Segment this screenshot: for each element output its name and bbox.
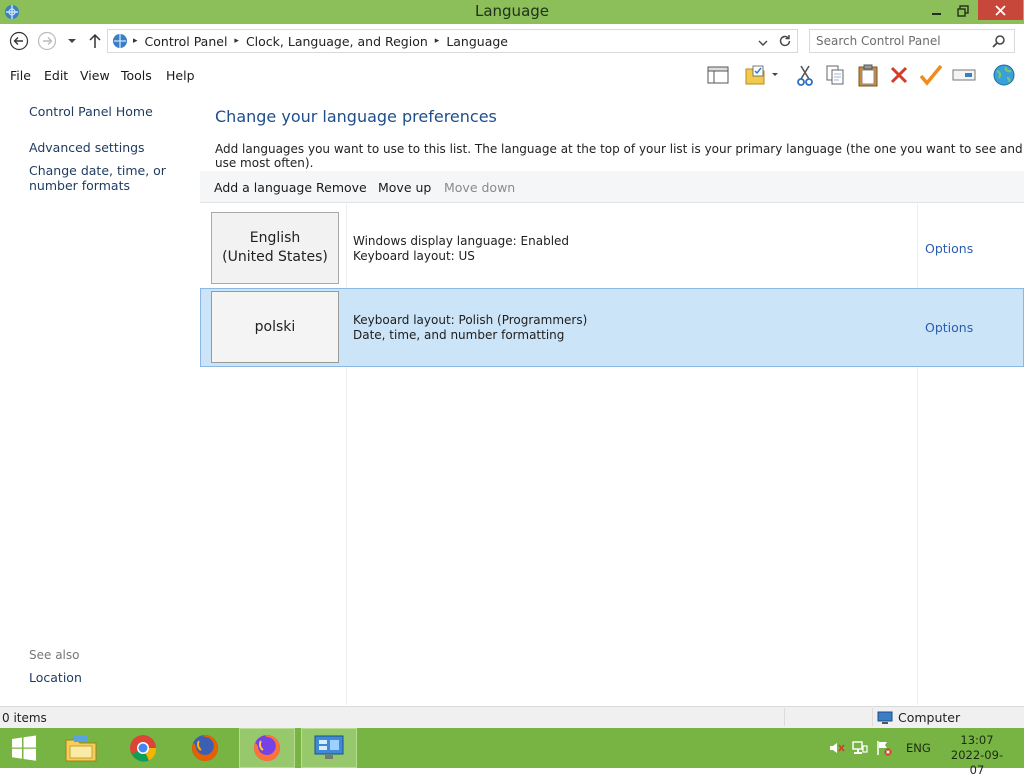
back-button[interactable] — [8, 30, 30, 52]
remove-button[interactable]: Remove — [316, 180, 367, 195]
status-bar: 0 items Computer — [0, 706, 1024, 728]
network-icon[interactable] — [852, 740, 868, 756]
firefox-icon — [254, 735, 280, 761]
add-language-button[interactable]: Add a language — [214, 180, 312, 195]
clock-date: 2022-09-07 — [950, 748, 1004, 777]
language-info-line: Keyboard layout: US — [353, 249, 475, 263]
language-row-polski[interactable]: polski Keyboard layout: Polish (Programm… — [200, 288, 1024, 367]
options-link[interactable]: Options — [925, 241, 973, 256]
chrome-icon — [130, 735, 157, 762]
globe-icon[interactable] — [990, 62, 1018, 88]
address-box[interactable]: ▸ Control Panel ▸ Clock, Language, and R… — [107, 29, 798, 53]
breadcrumb-language[interactable]: Language — [441, 34, 513, 49]
start-button[interactable] — [0, 728, 48, 768]
language-row-english[interactable]: English (United States) Windows display … — [200, 208, 1024, 287]
move-down-button: Move down — [444, 180, 516, 195]
up-button[interactable] — [84, 30, 106, 52]
forward-button[interactable] — [36, 30, 58, 52]
breadcrumb-chevron-icon[interactable]: ▸ — [433, 36, 442, 46]
search-box — [809, 29, 1015, 53]
rename-icon[interactable] — [951, 62, 977, 88]
back-arrow-icon — [9, 31, 29, 51]
windows-logo-icon — [12, 735, 36, 761]
search-icon[interactable] — [992, 34, 1006, 51]
language-info: Keyboard layout: Polish (Programmers) Da… — [353, 313, 587, 343]
firefox-icon — [192, 735, 218, 761]
menu-tools[interactable]: Tools — [121, 68, 152, 83]
taskbar-firefox[interactable] — [177, 728, 233, 768]
computer-icon — [877, 711, 893, 724]
language-info-line: Date, time, and number formatting — [353, 328, 565, 342]
taskbar-firefox-window[interactable] — [239, 728, 295, 768]
status-divider — [784, 708, 785, 726]
refresh-icon[interactable] — [778, 34, 792, 51]
recent-locations-button[interactable] — [62, 30, 82, 52]
input-language-indicator[interactable]: ENG — [906, 741, 931, 755]
volume-muted-icon[interactable] — [829, 740, 845, 756]
menu-edit[interactable]: Edit — [44, 68, 68, 83]
move-up-button[interactable]: Move up — [378, 180, 431, 195]
clock[interactable]: 13:07 2022-09-07 — [948, 733, 1006, 778]
see-also-heading: See also — [29, 648, 80, 662]
control-panel-icon — [314, 735, 344, 759]
status-location: Computer — [877, 710, 960, 725]
chevron-down-icon — [68, 39, 76, 43]
breadcrumb-chevron-icon: ▸ — [133, 36, 138, 46]
taskbar-file-explorer[interactable] — [53, 728, 109, 768]
control-panel-icon — [108, 32, 131, 50]
file-explorer-icon — [65, 736, 97, 762]
taskbar-control-panel[interactable] — [301, 728, 357, 768]
title-bar: Language — [0, 0, 1024, 24]
item-count: 0 items — [2, 711, 47, 725]
restore-button[interactable] — [950, 0, 975, 22]
menu-help[interactable]: Help — [166, 68, 195, 83]
page-title: Change your language preferences — [215, 107, 497, 126]
delete-icon[interactable] — [886, 62, 912, 88]
breadcrumb-control-panel[interactable]: Control Panel — [140, 34, 233, 49]
status-divider — [872, 708, 873, 726]
close-button[interactable] — [978, 0, 1023, 20]
taskbar-chrome[interactable] — [115, 728, 171, 768]
address-dropdown-icon[interactable] — [758, 36, 768, 50]
folder-options-icon[interactable] — [743, 62, 779, 88]
menu-view[interactable]: View — [80, 68, 110, 83]
minimize-button[interactable] — [923, 0, 950, 22]
layout-pane-icon[interactable] — [705, 62, 731, 88]
properties-check-icon[interactable] — [918, 62, 944, 88]
search-input[interactable] — [816, 33, 986, 49]
language-tile[interactable]: English (United States) — [211, 212, 339, 284]
action-center-flag-icon[interactable] — [876, 740, 892, 756]
language-info: Windows display language: Enabled Keyboa… — [353, 234, 569, 264]
breadcrumb-chevron-icon[interactable]: ▸ — [232, 36, 241, 46]
breadcrumb-clock-language-region[interactable]: Clock, Language, and Region — [241, 34, 433, 49]
page-description: Add languages you want to use to this li… — [215, 142, 1023, 170]
advanced-settings-link[interactable]: Advanced settings — [29, 140, 145, 155]
window-title: Language — [474, 2, 550, 20]
options-link[interactable]: Options — [925, 320, 973, 335]
forward-arrow-icon — [37, 31, 57, 51]
change-date-time-formats-link[interactable]: Change date, time, or number formats — [29, 163, 199, 193]
control-panel-home-link[interactable]: Control Panel Home — [29, 104, 153, 119]
cut-icon[interactable] — [792, 62, 818, 88]
clock-time: 13:07 — [960, 733, 994, 747]
paste-icon[interactable] — [855, 62, 881, 88]
up-arrow-icon — [89, 33, 101, 48]
location-link[interactable]: Location — [29, 670, 82, 685]
copy-icon[interactable] — [822, 62, 848, 88]
language-info-line: Windows display language: Enabled — [353, 234, 570, 248]
language-info-line: Keyboard layout: Polish (Programmers) — [353, 313, 588, 327]
menu-file[interactable]: File — [10, 68, 31, 83]
language-tile[interactable]: polski — [211, 291, 339, 363]
